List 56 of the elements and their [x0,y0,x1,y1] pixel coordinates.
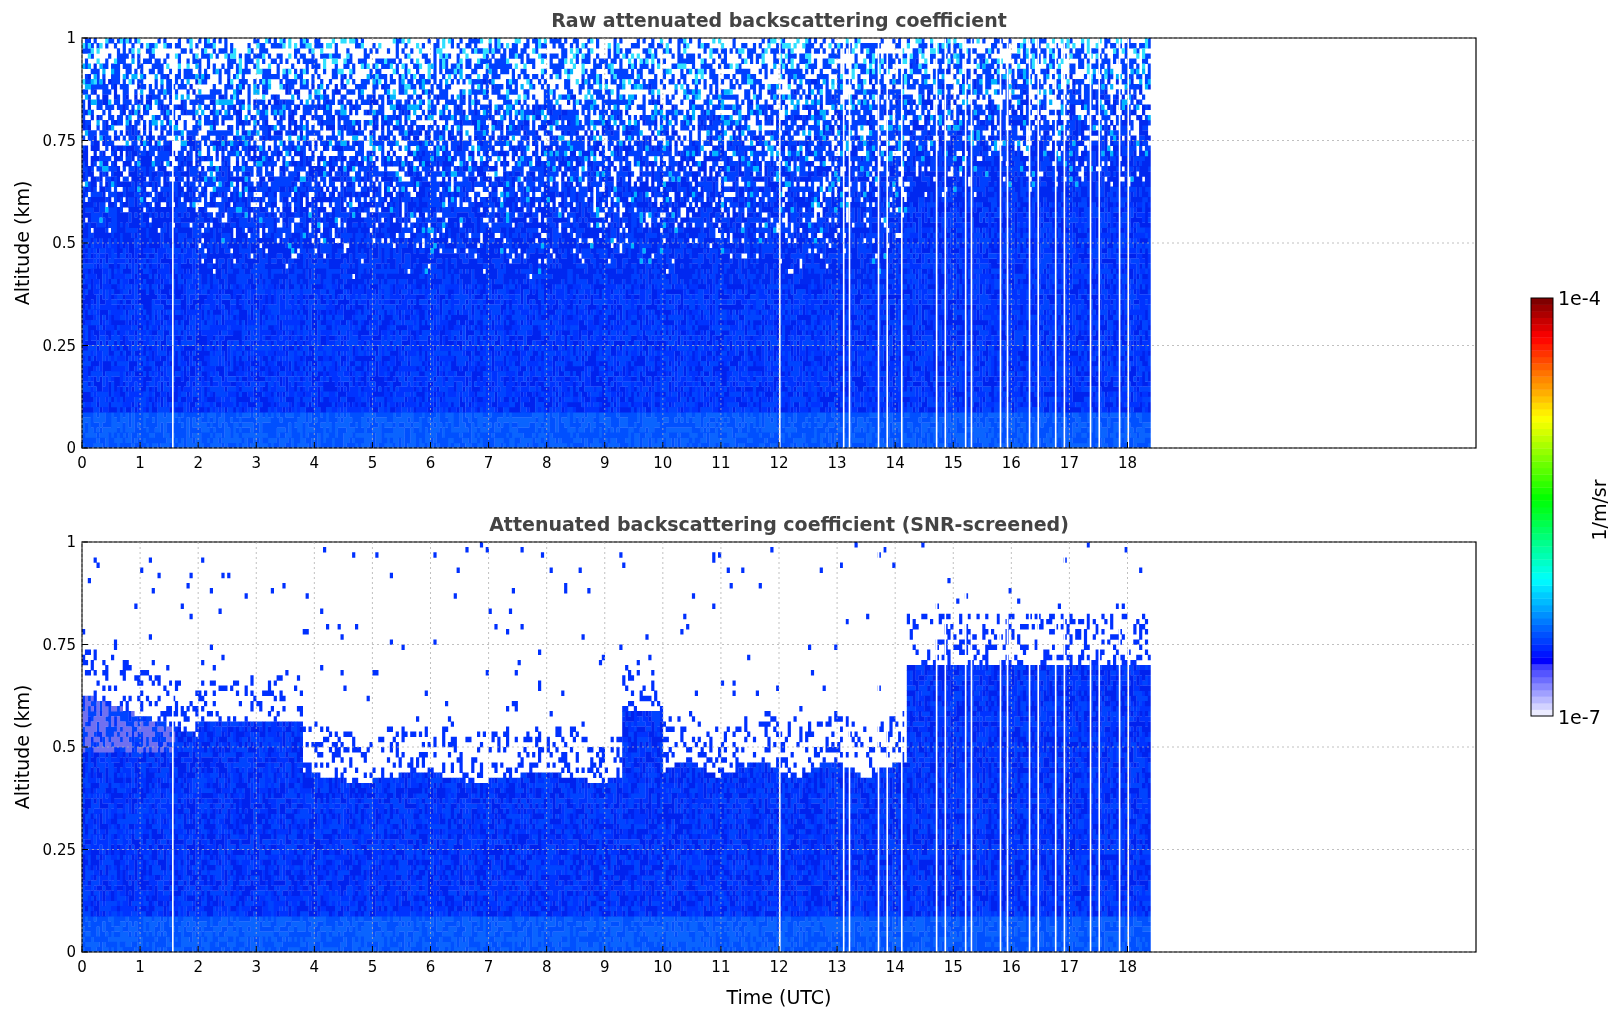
tick-label: 7 [483,454,494,472]
tick-label: 6 [425,958,436,976]
tick-label: 0 [77,958,87,976]
tick-label: 9 [600,958,610,976]
chart-title: Attenuated backscattering coefficient (SNR-screened) [489,513,1069,535]
tick-label: 2 [193,454,203,472]
tick-label: 15 [943,454,963,472]
axis-label: Time (UTC) [726,986,832,1008]
tick-label: 13 [827,454,847,472]
tick-label: 4 [309,958,320,976]
tick-label: 6 [425,454,436,472]
tick-label: 12 [769,454,789,472]
tick-label: 14 [885,454,905,472]
tick-label: 0.25 [42,840,76,859]
tick-label: 18 [1117,454,1138,472]
tick-label: 2 [193,958,203,976]
tick-label: 1 [135,958,145,976]
tick-label: 8 [541,454,552,472]
tick-label: 3 [251,958,261,976]
tick-label: 11 [711,958,731,976]
tick-label: 0 [77,454,87,472]
tick-label: 0 [66,943,76,961]
colorbar-label: 1/m/sr [1588,479,1610,541]
tick-label: 8 [541,958,552,976]
tick-label: 7 [483,958,494,976]
tick-label: 0.75 [42,635,76,654]
tick-label: 4 [309,454,320,472]
tick-label: 1 [135,454,145,472]
tick-label: 0 [66,439,76,457]
axis-label: Altitude (km) [11,684,33,810]
tick-label: 0.25 [42,336,76,355]
tick-label: 13 [827,958,847,976]
tick-label: 9 [600,454,610,472]
tick-label: 15 [943,958,963,976]
colorbar-min-label: 1e-7 [1558,706,1601,728]
tick-label: 11 [711,454,731,472]
tick-label: 1 [66,533,76,551]
tick-label: 0.75 [42,131,76,150]
chart-title: Raw attenuated backscattering coefficient [551,9,1007,31]
tick-label: 16 [1001,958,1021,976]
tick-label: 14 [885,958,905,976]
tick-label: 18 [1117,958,1138,976]
tick-label: 0.5 [52,738,76,756]
tick-label: 10 [653,454,673,472]
tick-label: 17 [1059,454,1079,472]
colorbar-max-label: 1e-4 [1558,287,1601,309]
tick-label: 5 [367,454,378,472]
tick-label: 5 [367,958,378,976]
tick-label: 12 [769,958,789,976]
axis-label: Altitude (km) [11,180,33,306]
tick-label: 1 [66,29,76,47]
tick-label: 3 [251,454,261,472]
tick-label: 16 [1001,454,1021,472]
tick-label: 10 [653,958,673,976]
tick-label: 17 [1059,958,1079,976]
tick-label: 0.5 [52,234,76,252]
